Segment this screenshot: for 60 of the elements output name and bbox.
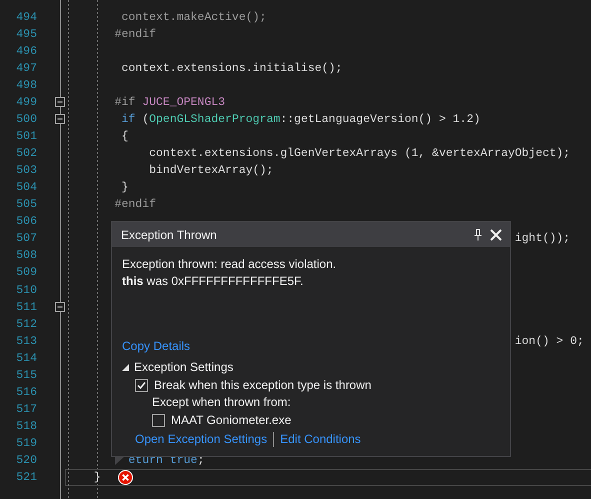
checkbox[interactable] <box>135 378 148 392</box>
code-line: ight()); <box>514 232 570 246</box>
expand-caret-icon[interactable] <box>122 364 129 371</box>
section-title: Exception Settings <box>134 359 234 376</box>
collapse-icon[interactable] <box>55 302 65 312</box>
line-number: 500 <box>15 112 37 126</box>
line-number: 496 <box>15 44 37 58</box>
line-number: 501 <box>15 130 37 143</box>
code-line: } <box>94 471 101 484</box>
line-number: 515 <box>15 368 37 382</box>
code-line: context.makeActive(); <box>122 10 266 24</box>
line-number: 505 <box>15 198 37 212</box>
line-number: 511 <box>15 300 37 314</box>
collapse-icon[interactable] <box>55 114 65 124</box>
code-line: ion() > 0; <box>514 334 584 348</box>
code-line: eturn true; <box>128 454 204 468</box>
module-option[interactable]: MAAT Goniometer.exe <box>122 411 500 429</box>
copy-details-link[interactable]: Copy Details <box>122 339 190 353</box>
line-number: 518 <box>15 420 37 434</box>
line-number: 516 <box>15 386 37 399</box>
line-number: 502 <box>15 147 37 160</box>
exception-detail: this was 0xFFFFFFFFFFFFFE5F. <box>122 273 304 290</box>
pin-icon[interactable] <box>474 228 482 241</box>
line-number: 508 <box>15 249 37 262</box>
code-line: } <box>122 181 128 194</box>
line-number: 510 <box>15 284 37 297</box>
code-line: #if JUCE_OPENGL3 <box>114 96 226 109</box>
except-label: Except when thrown from: <box>152 395 291 409</box>
line-number: 503 <box>15 164 37 178</box>
line-number: 521 <box>15 471 37 484</box>
line-number: 504 <box>15 181 37 194</box>
line-number: 497 <box>15 62 37 75</box>
code-line: context.extensions.initialise(); <box>122 62 342 75</box>
settings-link[interactable]: Open Exception Settings <box>135 431 268 448</box>
line-number: 514 <box>15 352 37 365</box>
line-number: 513 <box>15 334 37 348</box>
line-number: 506 <box>15 215 37 228</box>
code-line: bindVertexArray(); <box>149 164 274 178</box>
settings-link[interactable]: Edit Conditions <box>280 431 361 448</box>
line-number: 517 <box>15 402 37 416</box>
line-number: 520 <box>15 454 37 468</box>
line-number: 499 <box>15 96 37 109</box>
code-line: context.extensions.glGenVertexArrays (1, &vertexArrayObject); <box>149 147 570 160</box>
checkbox[interactable] <box>152 414 165 426</box>
code-line: { <box>122 130 128 143</box>
code-line: if (OpenGLShaderProgram::getLanguageVersion() > 1.2) <box>122 112 480 126</box>
line-number: 509 <box>15 266 37 280</box>
line-number: 512 <box>15 318 37 331</box>
line-number: 519 <box>15 437 37 450</box>
exception-message: Exception thrown: read access violation. <box>122 256 338 273</box>
break-option[interactable]: Break when this exception type is thrown <box>122 376 500 394</box>
line-number: 507 <box>15 232 37 246</box>
line-number: 498 <box>15 78 37 92</box>
collapse-icon[interactable] <box>55 97 65 108</box>
close-icon[interactable] <box>490 228 502 240</box>
line-number: 495 <box>15 28 37 41</box>
popup-title: Exception Thrown <box>121 228 218 242</box>
code-line: #endif <box>114 198 156 212</box>
line-number: 494 <box>15 10 37 24</box>
code-line: #endif <box>114 28 156 41</box>
